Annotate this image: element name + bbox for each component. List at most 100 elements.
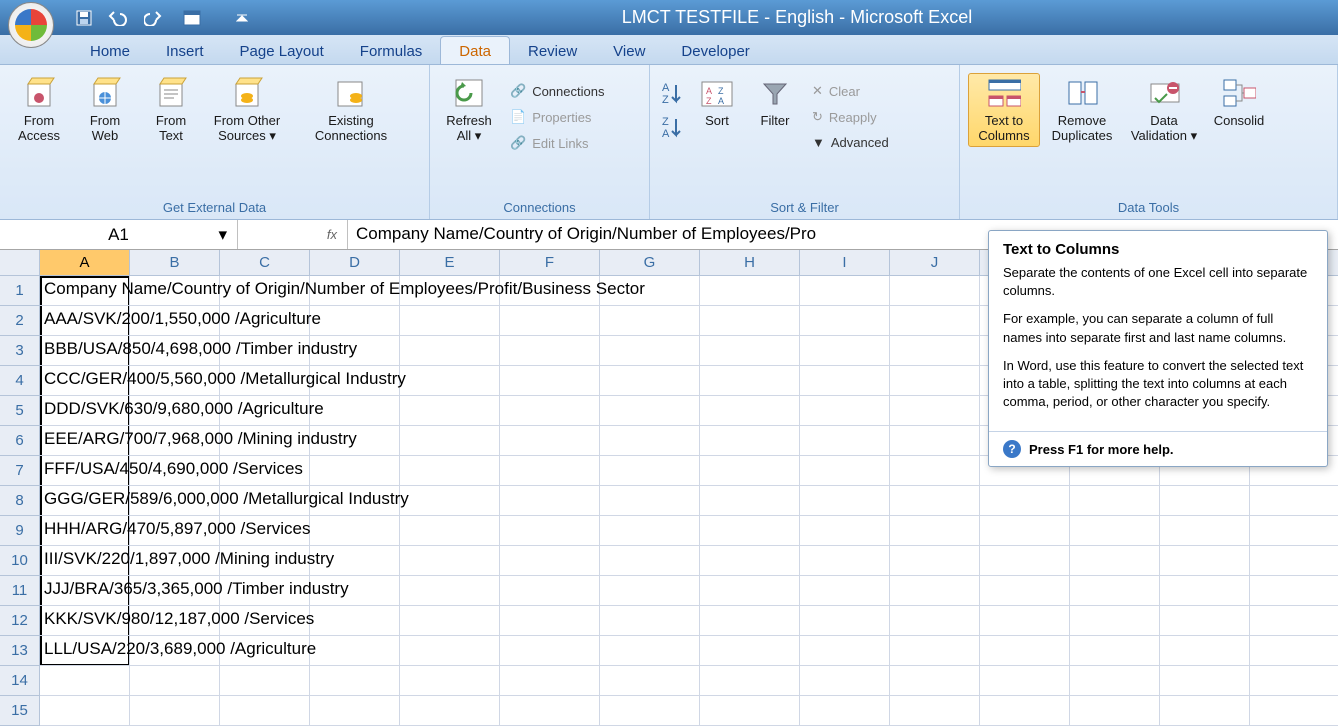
row-header[interactable]: 5 [0, 396, 40, 426]
cell[interactable] [500, 576, 600, 606]
cell[interactable] [890, 396, 980, 426]
cell[interactable] [400, 516, 500, 546]
tab-page-layout[interactable]: Page Layout [222, 37, 342, 64]
column-header[interactable]: A [40, 250, 130, 276]
cell[interactable] [500, 516, 600, 546]
cell[interactable] [220, 696, 310, 726]
cell[interactable] [40, 666, 130, 696]
row-header[interactable]: 4 [0, 366, 40, 396]
cell[interactable] [500, 456, 600, 486]
cell[interactable] [400, 606, 500, 636]
refresh-all-button[interactable]: Refresh All ▾ [438, 73, 500, 147]
from-access-button[interactable]: From Access [8, 73, 70, 147]
cell[interactable] [500, 396, 600, 426]
row-header[interactable]: 15 [0, 696, 40, 726]
cell[interactable] [800, 516, 890, 546]
cell[interactable] [130, 666, 220, 696]
cell[interactable] [700, 516, 800, 546]
tab-view[interactable]: View [595, 37, 663, 64]
cell[interactable] [1160, 546, 1250, 576]
cell[interactable] [310, 696, 400, 726]
cell[interactable] [400, 636, 500, 666]
cell[interactable] [890, 336, 980, 366]
cell[interactable] [700, 486, 800, 516]
cell[interactable] [800, 666, 890, 696]
cell[interactable] [800, 576, 890, 606]
cell[interactable] [1250, 696, 1338, 726]
cell[interactable] [1070, 606, 1160, 636]
cell[interactable]: AAA/SVK/200/1,550,000 /Agriculture [40, 306, 130, 336]
cell[interactable]: DDD/SVK/630/9,680,000 /Agriculture [40, 396, 130, 426]
cell[interactable] [980, 486, 1070, 516]
from-text-button[interactable]: From Text [140, 73, 202, 147]
from-other-sources-button[interactable]: From Other Sources ▾ [206, 73, 288, 147]
column-header[interactable]: D [310, 250, 400, 276]
cell[interactable] [980, 636, 1070, 666]
cell[interactable] [500, 666, 600, 696]
row-header[interactable]: 6 [0, 426, 40, 456]
row-header[interactable]: 12 [0, 606, 40, 636]
tab-home[interactable]: Home [72, 37, 148, 64]
cell[interactable] [800, 276, 890, 306]
qat-customize-icon[interactable] [228, 6, 256, 30]
cell[interactable] [500, 696, 600, 726]
cell[interactable] [890, 666, 980, 696]
cell[interactable] [890, 546, 980, 576]
cell[interactable] [310, 666, 400, 696]
cell[interactable] [500, 546, 600, 576]
cell[interactable]: LLL/USA/220/3,689,000 /Agriculture [40, 636, 130, 666]
data-validation-button[interactable]: Data Validation ▾ [1124, 73, 1204, 147]
column-header[interactable]: H [700, 250, 800, 276]
cell[interactable] [40, 696, 130, 726]
row-header[interactable]: 14 [0, 666, 40, 696]
cell[interactable] [600, 696, 700, 726]
cell[interactable] [700, 696, 800, 726]
cell[interactable] [500, 366, 600, 396]
cell[interactable] [890, 276, 980, 306]
cell[interactable] [1070, 636, 1160, 666]
save-icon[interactable] [70, 6, 98, 30]
cell[interactable] [400, 396, 500, 426]
row-header[interactable]: 9 [0, 516, 40, 546]
cell[interactable] [1070, 696, 1160, 726]
row-header[interactable]: 8 [0, 486, 40, 516]
cell[interactable] [890, 606, 980, 636]
cell[interactable] [700, 276, 800, 306]
cell[interactable] [700, 576, 800, 606]
tab-insert[interactable]: Insert [148, 37, 222, 64]
cell[interactable] [310, 636, 400, 666]
cell[interactable] [1070, 546, 1160, 576]
cell[interactable] [1160, 516, 1250, 546]
cell[interactable] [800, 366, 890, 396]
cell[interactable] [1250, 576, 1338, 606]
office-button[interactable] [8, 2, 63, 50]
cell[interactable] [800, 606, 890, 636]
cell[interactable] [980, 696, 1070, 726]
reapply-button[interactable]: ↻Reapply [806, 105, 895, 129]
connections-button[interactable]: 🔗Connections [504, 79, 610, 103]
from-web-button[interactable]: From Web [74, 73, 136, 147]
cell[interactable] [600, 336, 700, 366]
cell[interactable] [800, 696, 890, 726]
cell[interactable] [400, 576, 500, 606]
cell[interactable] [700, 636, 800, 666]
qat-item[interactable] [178, 6, 206, 30]
cell[interactable] [600, 426, 700, 456]
row-header[interactable]: 13 [0, 636, 40, 666]
cell[interactable] [800, 426, 890, 456]
cell[interactable] [890, 486, 980, 516]
tab-formulas[interactable]: Formulas [342, 37, 441, 64]
column-header[interactable]: C [220, 250, 310, 276]
cell[interactable]: HHH/ARG/470/5,897,000 /Services [40, 516, 130, 546]
cell[interactable] [700, 336, 800, 366]
cell[interactable] [600, 366, 700, 396]
cell[interactable] [890, 456, 980, 486]
cell[interactable] [220, 666, 310, 696]
tab-review[interactable]: Review [510, 37, 595, 64]
cell[interactable] [890, 426, 980, 456]
name-box[interactable]: A1 ▾ [0, 220, 238, 249]
cell[interactable] [700, 666, 800, 696]
sort-desc-button[interactable]: ZA [658, 113, 686, 141]
row-header[interactable]: 3 [0, 336, 40, 366]
cell[interactable] [1160, 606, 1250, 636]
